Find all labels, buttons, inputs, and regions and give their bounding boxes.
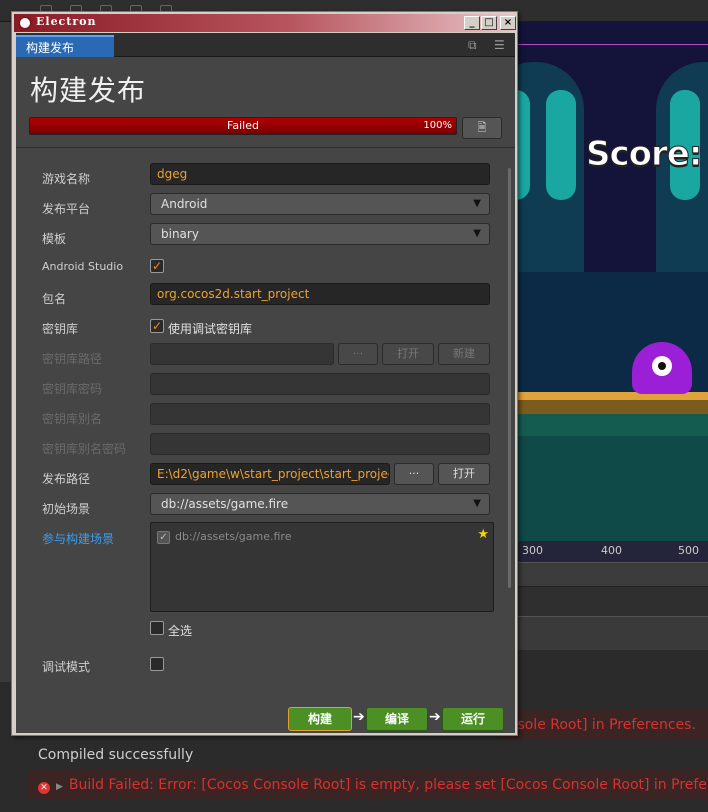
editor-root: Score: 0 300 400 500 onsole Root] in Pre… xyxy=(0,0,708,812)
ground-floor xyxy=(516,436,708,543)
included-scenes-label[interactable]: 参与构建场景 xyxy=(42,530,114,547)
ruler-tick: 400 xyxy=(601,544,622,557)
popout-icon[interactable]: ⧉ xyxy=(468,38,477,53)
ruler-tick: 300 xyxy=(522,544,543,557)
select-all-checkbox[interactable]: ✓ xyxy=(150,621,164,635)
page-title: 构建发布 xyxy=(30,74,147,107)
star-icon: ★ xyxy=(477,527,489,542)
score-label: Score: 0 xyxy=(586,134,708,175)
platform-select[interactable]: Android ▼ xyxy=(150,193,490,215)
platform-value: Android xyxy=(161,197,208,211)
canvas-border-top xyxy=(516,44,708,45)
monster-eye xyxy=(652,356,672,376)
maximize-button[interactable]: □ xyxy=(481,16,497,30)
expand-arrow-icon[interactable]: ▶ xyxy=(56,772,63,800)
ground-stripe xyxy=(516,414,708,436)
panel-header xyxy=(516,586,708,616)
build-path-browse-button[interactable]: ··· xyxy=(394,463,434,485)
platform-label: 发布平台 xyxy=(42,202,91,216)
build-window: Electron _ □ × 构建发布 ⧉ ☰ 构建发布 Failed 100%… xyxy=(11,11,518,736)
console-log-row[interactable]: Compiled successfully xyxy=(28,740,708,770)
select-all-label: 全选 xyxy=(168,624,193,638)
arrow-right-icon: ➔ xyxy=(353,709,365,725)
console-log-text: Compiled successfully xyxy=(38,747,194,763)
panel-tabbar: 构建发布 ⧉ ☰ xyxy=(16,33,515,57)
keystore-alias-password-input xyxy=(150,433,490,455)
keystore-password-label: 密钥库密码 xyxy=(42,382,103,396)
open-log-button[interactable]: 🗎 xyxy=(462,117,502,139)
keystore-path-label: 密钥库路径 xyxy=(42,352,103,366)
ground-stripe xyxy=(516,400,708,414)
electron-logo-icon xyxy=(18,16,32,30)
build-path-input[interactable]: E:\d2\game\w\start_project\start_project… xyxy=(150,463,390,485)
build-path-open-button[interactable]: 打开 xyxy=(438,463,490,485)
keystore-path-input xyxy=(150,343,334,365)
window-titlebar[interactable]: Electron _ □ × xyxy=(14,14,516,32)
ruler-tick: 500 xyxy=(678,544,699,557)
scene-checkbox[interactable]: ✓ xyxy=(157,531,170,544)
keystore-open-button: 打开 xyxy=(382,343,434,365)
arrow-right-icon: ➔ xyxy=(429,709,441,725)
form-scrollbar[interactable] xyxy=(508,168,511,588)
window-title: Electron xyxy=(36,15,97,28)
package-name-label: 包名 xyxy=(42,292,67,306)
tab-build[interactable]: 构建发布 xyxy=(16,35,114,57)
start-scene-label: 初始场景 xyxy=(42,502,91,516)
horizontal-ruler: 300 400 500 xyxy=(516,541,708,562)
panel-strip xyxy=(516,562,708,586)
console-error-text: Build Failed: Error: [Cocos Console Root… xyxy=(68,777,708,793)
template-select[interactable]: binary ▼ xyxy=(150,223,490,245)
debug-keystore-label: 使用调试密钥库 xyxy=(168,322,253,336)
log-file-icon: 🗎 xyxy=(477,121,487,134)
close-button[interactable]: × xyxy=(500,16,516,30)
build-progress-bar: Failed 100% xyxy=(29,117,457,135)
build-path-label: 发布路径 xyxy=(42,472,91,486)
error-icon: ✕ xyxy=(38,782,50,794)
keystore-browse-button: ··· xyxy=(338,343,378,365)
game-name-input[interactable]: dgeg xyxy=(150,163,490,185)
build-form: 游戏名称 dgeg 发布平台 Android ▼ 模板 binary ▼ And… xyxy=(16,148,504,688)
start-scene-select[interactable]: db://assets/game.fire ▼ xyxy=(150,493,490,515)
minimize-button[interactable]: _ xyxy=(464,16,480,30)
template-label: 模板 xyxy=(42,232,67,246)
keystore-alias-input xyxy=(150,403,490,425)
debug-mode-label: 调试模式 xyxy=(42,660,91,674)
panel-strip xyxy=(516,650,708,682)
game-name-label: 游戏名称 xyxy=(42,172,91,186)
console-error-row[interactable]: onsole Root] in Preferences. xyxy=(500,710,708,740)
compile-button[interactable]: 编译 xyxy=(366,707,428,731)
build-panel: 构建发布 ⧉ ☰ 构建发布 Failed 100% 🗎 游戏名称 dgeg 发布… xyxy=(16,33,515,733)
android-studio-checkbox[interactable]: ✓ xyxy=(150,259,164,273)
android-studio-label: Android Studio xyxy=(42,260,124,273)
scene-list: ✓ db://assets/game.fire ★ xyxy=(150,522,494,612)
package-name-input[interactable]: org.cocos2d.start_project xyxy=(150,283,490,305)
game-preview[interactable]: Score: 0 300 400 500 xyxy=(516,22,708,562)
keystore-label: 密钥库 xyxy=(42,322,79,336)
keystore-alias-label: 密钥库别名 xyxy=(42,412,103,426)
chevron-down-icon: ▼ xyxy=(473,198,481,209)
template-value: binary xyxy=(161,227,199,241)
debug-keystore-checkbox[interactable]: ✓ xyxy=(150,319,164,333)
progress-percent: 100% xyxy=(423,120,452,131)
menu-icon[interactable]: ☰ xyxy=(494,38,505,52)
keystore-new-button: 新建 xyxy=(438,343,490,365)
arch-window xyxy=(516,90,530,200)
run-button[interactable]: 运行 xyxy=(442,707,504,731)
chevron-down-icon: ▼ xyxy=(473,228,481,239)
console-error-text: onsole Root] in Preferences. xyxy=(500,717,696,733)
start-scene-value: db://assets/game.fire xyxy=(161,497,289,511)
keystore-alias-password-label: 密钥库别名密码 xyxy=(42,442,127,456)
console-error-row[interactable]: ✕ ▶ Build Failed: Error: [Cocos Console Ro… xyxy=(28,770,708,800)
scene-item: db://assets/game.fire xyxy=(175,530,292,543)
progress-status: Failed xyxy=(227,119,259,132)
build-button[interactable]: 构建 xyxy=(288,707,352,731)
monster-sprite xyxy=(632,342,692,394)
keystore-password-input xyxy=(150,373,490,395)
panel-strip xyxy=(516,616,708,650)
chevron-down-icon: ▼ xyxy=(473,498,481,509)
debug-mode-checkbox[interactable]: ✓ xyxy=(150,657,164,671)
monster-pupil xyxy=(658,362,666,370)
arch-window xyxy=(546,90,576,200)
